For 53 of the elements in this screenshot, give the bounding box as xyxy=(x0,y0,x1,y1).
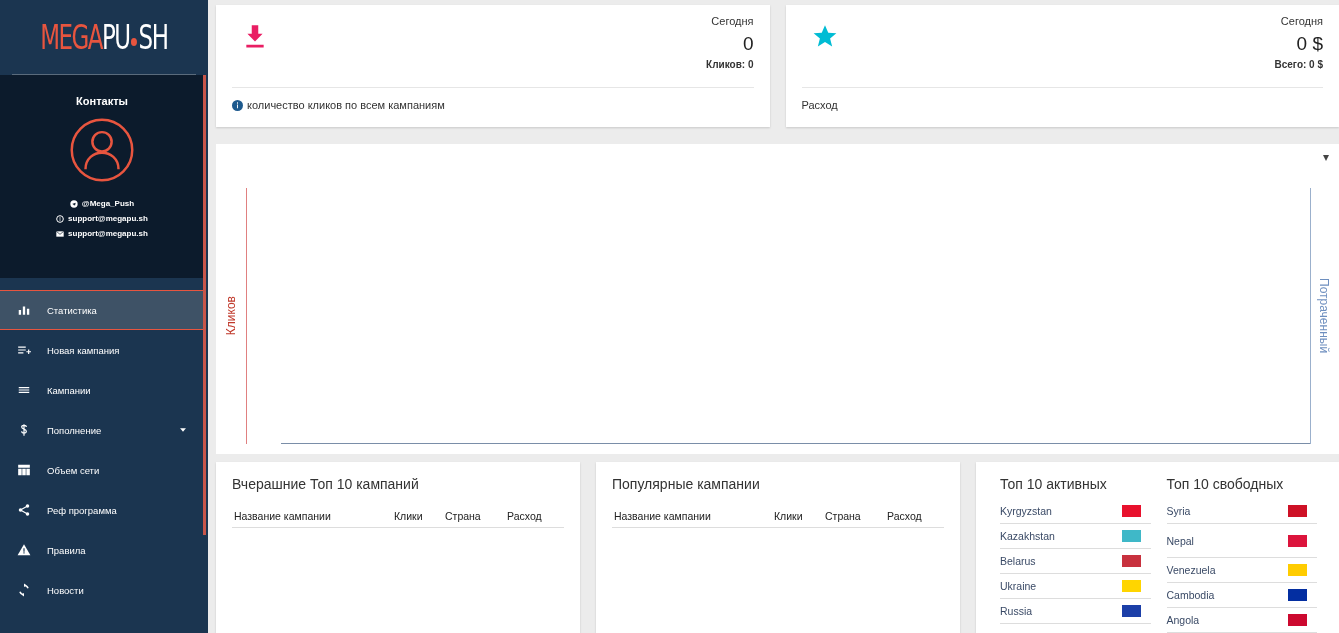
country-name: Ukraine xyxy=(1000,580,1037,592)
country-name: Kyrgyzstan xyxy=(1000,505,1052,517)
card-title: Вчерашние Топ 10 кампаний xyxy=(232,476,420,492)
user-avatar-icon xyxy=(69,117,135,183)
stat-description: количество кликов по всем кампаниям xyxy=(247,99,445,111)
column-header: Название кампании xyxy=(614,510,712,522)
nav-item[interactable]: Объем сети xyxy=(0,450,204,490)
contact-text: @Mega_Push xyxy=(81,199,135,208)
country-name: Cambodia xyxy=(1166,589,1215,601)
nav-item[interactable]: Правила xyxy=(0,530,204,570)
column-header: Клики xyxy=(394,510,424,522)
scrollbar[interactable] xyxy=(203,75,206,535)
column-header: Клики xyxy=(774,510,804,522)
country-name: Kazakhstan xyxy=(1000,530,1055,542)
card-title: Популярные кампании xyxy=(612,476,761,492)
stat-subtotal: Кликов: 0 xyxy=(706,59,754,70)
country-name: Angola xyxy=(1166,614,1200,626)
mail-icon xyxy=(56,229,65,238)
nav-item[interactable]: Реф программа xyxy=(0,490,204,530)
nav-item[interactable]: Статистика xyxy=(0,290,204,330)
axis-title: Потраченный xyxy=(1317,278,1331,354)
star-icon xyxy=(811,23,838,49)
table-icon xyxy=(17,463,31,477)
column-header: Страна xyxy=(825,510,862,522)
column-header: Страна xyxy=(445,510,482,522)
stat-subtotal: Всего: 0 $ xyxy=(1274,59,1323,70)
contact-text: support@megapu.sh xyxy=(68,229,148,238)
stat-value: 0 xyxy=(741,33,754,55)
country-name: Syria xyxy=(1166,505,1191,517)
country-name: Russia xyxy=(1000,605,1033,617)
nav-item[interactable]: Пополнение xyxy=(0,410,204,450)
country-name: Nepal xyxy=(1166,534,1194,547)
contact-text: support@megapu.sh xyxy=(68,214,148,223)
nav-item[interactable]: Новая кампания xyxy=(0,330,204,370)
country-name: Belarus xyxy=(1000,555,1036,567)
stat-description: Расход xyxy=(801,99,838,111)
column-header: Расход xyxy=(887,510,922,522)
country-name: Venezuela xyxy=(1166,564,1216,576)
stat-period: Сегодня xyxy=(710,15,754,27)
nav-item[interactable]: Новости xyxy=(0,570,204,610)
stat-period: Сегодня xyxy=(1279,15,1323,27)
logo[interactable]: MEGAPU SH xyxy=(40,17,168,57)
card-title: Топ 10 свободных xyxy=(1166,476,1285,492)
contacts-title: Контакты xyxy=(76,95,128,107)
warning-icon xyxy=(17,543,31,557)
column-header: Название кампании xyxy=(234,510,332,522)
nav-item[interactable]: Кампании xyxy=(0,370,204,410)
share-icon xyxy=(17,503,31,517)
column-header: Расход xyxy=(507,510,542,522)
card-title: Топ 10 активных xyxy=(1000,476,1108,492)
chart-menu-button[interactable]: ▾ xyxy=(1323,149,1329,164)
axis-title: Кликов xyxy=(224,296,238,336)
stat-value: 0 $ xyxy=(1295,33,1323,55)
